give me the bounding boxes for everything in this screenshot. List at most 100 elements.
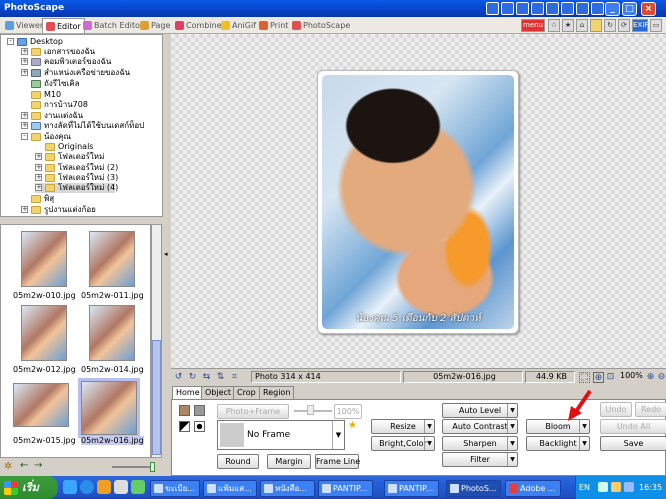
backlight-button[interactable]: Backlight ▼ [526,436,590,451]
expander-icon[interactable]: + [35,174,42,181]
tab-combine[interactable]: Combine [172,18,225,33]
flip-icon[interactable]: ⇆ [201,372,212,383]
flip-vertical-icon[interactable]: ⇅ [215,372,226,383]
redo-button[interactable]: Redo [635,402,666,417]
app-icon-2[interactable] [576,2,589,15]
zoom-icon[interactable]: ⊕ [593,372,604,383]
taskbar-item[interactable]: Adobe ... [505,480,561,497]
save-button[interactable]: Save [600,436,666,451]
tray-icon-3[interactable] [624,482,634,492]
expander-icon[interactable]: - [7,38,14,45]
language-indicator[interactable]: EN [579,483,590,492]
rotate-left-icon[interactable]: ↺ [173,372,184,383]
crop-icon[interactable]: ⌗ [229,372,240,383]
tab-page[interactable]: Page [137,18,173,33]
star-icon[interactable]: ★ [348,420,357,431]
outlook-icon[interactable] [546,2,559,15]
dropdown-arrow-icon[interactable]: ▼ [424,437,434,450]
slider-handle[interactable] [150,462,155,472]
thumbnail[interactable] [21,305,67,361]
bright-color-button[interactable]: Bright,Color ▼ [371,436,435,451]
exif-button[interactable]: EXIF [632,19,648,32]
frame-select[interactable]: No Frame ▼ [217,420,345,450]
thumbnail-selected[interactable] [78,378,140,438]
settings-icon[interactable]: ✲ [4,461,12,472]
tab-viewer[interactable]: Viewer [2,18,46,33]
tab-editor[interactable]: Editor [42,18,85,33]
star-icon[interactable]: ☆ [548,19,560,32]
round-button[interactable]: Round [217,454,259,469]
expander-icon[interactable]: + [21,69,28,76]
thumbnail-size-slider[interactable] [112,466,154,468]
expander-icon[interactable]: + [35,184,42,191]
dropdown-arrow-icon[interactable]: ▼ [507,437,517,450]
margin-button[interactable]: Margin [267,454,311,469]
rotate-icon[interactable]: ⟳ [618,19,630,32]
zoom-out-icon[interactable]: ⊖ [656,372,666,383]
frame-style-icon-2[interactable] [194,405,205,416]
tab-print[interactable]: Print [256,18,291,33]
expander-icon[interactable]: + [21,206,28,213]
expander-icon[interactable]: + [21,58,28,65]
word-icon[interactable] [486,2,499,15]
scrollbar-thumb[interactable] [152,340,161,455]
expander-icon[interactable]: + [35,153,42,160]
expander-icon[interactable]: - [21,133,28,140]
undo-button[interactable]: Undo [600,402,632,417]
actual-size-icon[interactable]: ⊡ [605,372,616,383]
dropdown-arrow-icon[interactable]: ▼ [579,437,589,450]
thumbnail[interactable] [89,305,135,361]
tab-home[interactable]: Home [172,386,204,400]
sharpen-button[interactable]: Sharpen ▼ [442,436,518,451]
tree-node-selected[interactable]: + โฟลเดอร์ใหม่ (4) [35,183,118,193]
folder-tree[interactable]: - Desktop + เอกสารของฉัน + คอมพิวเตอร์ของฉั… [0,34,163,217]
thumbnail[interactable] [13,383,69,427]
tab-photoscape[interactable]: PhotoScape [289,18,353,33]
powerpoint-icon[interactable] [516,2,529,15]
minimize-button[interactable]: _ [605,2,620,16]
taskbar-item[interactable]: PANTIP... [318,480,373,497]
shape-icon[interactable] [194,421,205,432]
expander-icon[interactable]: + [21,122,28,129]
contrast-icon[interactable] [179,421,190,432]
tab-region[interactable]: Region [259,386,295,400]
expander-icon[interactable]: + [21,112,28,119]
auto-level-button[interactable]: Auto Level ▼ [442,403,518,418]
access-icon[interactable] [531,2,544,15]
vertical-splitter[interactable]: ◂ [163,34,171,476]
quicklaunch-icon-2[interactable] [114,480,128,494]
dropdown-arrow-icon[interactable]: ▼ [507,404,517,417]
undo-all-button[interactable]: Undo All [600,419,666,434]
favorite-icon[interactable]: ★ [562,19,574,32]
fit-icon[interactable]: ⛶ [579,372,590,383]
internet-explorer-icon[interactable] [80,480,94,494]
thumbnail[interactable] [21,231,67,287]
filter-button[interactable]: Filter ▼ [442,452,518,467]
taskbar-item[interactable]: ขะเบีย... [150,480,200,497]
menu-button[interactable]: menu [521,19,545,32]
taskbar-item-active[interactable]: PhotoS... [446,480,501,497]
taskbar-item[interactable]: แฟ้มแส... [203,480,257,497]
close-button[interactable]: × [641,2,656,16]
maximize-button[interactable]: □ [622,2,637,16]
taskbar-item[interactable]: PANTIP... [384,480,439,497]
resize-button[interactable]: Resize ▼ [371,419,435,434]
app-icon-3[interactable] [591,2,604,15]
collapse-left-icon[interactable]: ◂ [164,250,168,258]
open-folder-icon[interactable] [590,19,602,32]
tab-crop[interactable]: Crop [233,386,260,400]
tab-anigif[interactable]: AniGif [218,18,259,33]
frame-line-button[interactable]: Frame Line [315,454,360,469]
excel-icon[interactable] [501,2,514,15]
quicklaunch-icon-3[interactable] [131,480,145,494]
thumbnail-pane[interactable]: 05m2w-010.jpg 05m2w-011.jpg 05m2w-012.jp… [0,224,151,458]
refresh-icon[interactable]: ↻ [604,19,616,32]
monitor-icon[interactable]: ▭ [650,19,662,32]
taskbar-item[interactable]: หนังสือ... [260,480,315,497]
zoom-in-icon[interactable]: ⊕ [645,372,656,383]
show-desktop-icon[interactable] [63,480,77,494]
thumbnail[interactable] [89,231,135,287]
quicklaunch-icon[interactable] [97,480,111,494]
expander-icon[interactable]: + [35,164,42,171]
back-arrow-icon[interactable]: ← [20,460,28,471]
